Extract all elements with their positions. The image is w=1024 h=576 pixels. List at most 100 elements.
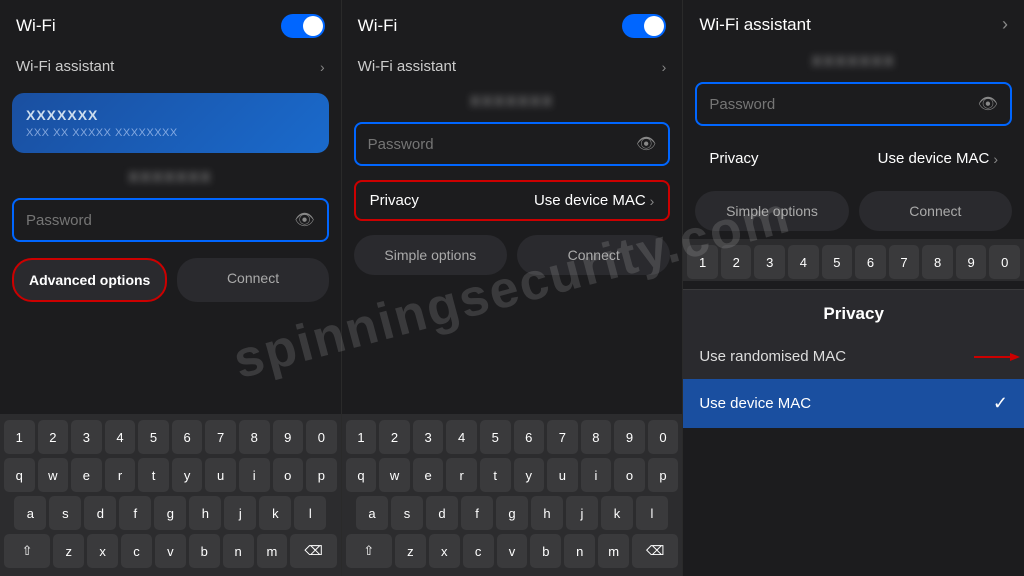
panel1-network-card[interactable]: XXXXXXX XXX XX XXXXX XXXXXXXX (12, 93, 329, 153)
key-0[interactable]: 0 (306, 420, 337, 454)
key-d[interactable]: d (84, 496, 116, 530)
key-w[interactable]: w (38, 458, 69, 492)
key-4[interactable]: 4 (105, 420, 136, 454)
p2-key-h[interactable]: h (531, 496, 563, 530)
key-g[interactable]: g (154, 496, 186, 530)
p3-key-4[interactable]: 4 (788, 245, 819, 279)
key-o[interactable]: o (273, 458, 304, 492)
p2-key-u[interactable]: u (547, 458, 578, 492)
p3-key-8[interactable]: 8 (922, 245, 953, 279)
panel1-eye-icon[interactable]: 👁 (294, 210, 314, 230)
p2-key-w[interactable]: w (379, 458, 410, 492)
key-p[interactable]: p (306, 458, 337, 492)
panel2-wifi-toggle[interactable] (622, 14, 666, 38)
p2-key-j[interactable]: j (566, 496, 598, 530)
key-k[interactable]: k (259, 496, 291, 530)
panel1-wifi-toggle[interactable] (281, 14, 325, 38)
key-j[interactable]: j (224, 496, 256, 530)
panel3-randomised-mac-row[interactable]: Use randomised MAC (683, 334, 1024, 379)
p2-key-backspace[interactable]: ⌫ (632, 534, 678, 568)
p2-key-v[interactable]: v (497, 534, 528, 568)
p3-key-2[interactable]: 2 (721, 245, 752, 279)
p2-key-i[interactable]: i (581, 458, 612, 492)
key-9[interactable]: 9 (273, 420, 304, 454)
p2-key-e[interactable]: e (413, 458, 444, 492)
p2-key-6[interactable]: 6 (514, 420, 545, 454)
p2-key-8[interactable]: 8 (581, 420, 612, 454)
p2-key-c[interactable]: c (463, 534, 494, 568)
key-i[interactable]: i (239, 458, 270, 492)
p3-key-3[interactable]: 3 (754, 245, 785, 279)
key-5[interactable]: 5 (138, 420, 169, 454)
key-7[interactable]: 7 (205, 420, 236, 454)
panel3-password-input[interactable] (709, 96, 977, 113)
panel3-eye-icon[interactable]: 👁 (978, 94, 998, 114)
p2-key-0[interactable]: 0 (648, 420, 679, 454)
key-q[interactable]: q (4, 458, 35, 492)
p2-key-f[interactable]: f (461, 496, 493, 530)
p2-key-d[interactable]: d (426, 496, 458, 530)
key-b[interactable]: b (189, 534, 220, 568)
key-8[interactable]: 8 (239, 420, 270, 454)
key-l[interactable]: l (294, 496, 326, 530)
p2-key-y[interactable]: y (514, 458, 545, 492)
key-y[interactable]: y (172, 458, 203, 492)
key-m[interactable]: m (257, 534, 288, 568)
panel2-password-input[interactable] (368, 136, 636, 153)
key-shift[interactable]: ⇧ (4, 534, 50, 568)
p2-key-k[interactable]: k (601, 496, 633, 530)
p2-key-5[interactable]: 5 (480, 420, 511, 454)
key-backspace[interactable]: ⌫ (290, 534, 336, 568)
p3-key-1[interactable]: 1 (687, 245, 718, 279)
p2-key-m[interactable]: m (598, 534, 629, 568)
key-z[interactable]: z (53, 534, 84, 568)
p2-key-x[interactable]: x (429, 534, 460, 568)
panel2-privacy-row[interactable]: Privacy Use device MAC › (354, 180, 671, 221)
panel1-assistant-row[interactable]: Wi-Fi assistant › (0, 48, 341, 85)
key-f[interactable]: f (119, 496, 151, 530)
p2-key-b[interactable]: b (530, 534, 561, 568)
key-v[interactable]: v (155, 534, 186, 568)
panel2-simple-options-button[interactable]: Simple options (354, 235, 507, 275)
p2-key-2[interactable]: 2 (379, 420, 410, 454)
panel3-device-mac-row[interactable]: Use device MAC ✓ (683, 379, 1024, 428)
key-x[interactable]: x (87, 534, 118, 568)
key-6[interactable]: 6 (172, 420, 203, 454)
p2-key-1[interactable]: 1 (346, 420, 377, 454)
p2-key-p[interactable]: p (648, 458, 679, 492)
p3-key-0[interactable]: 0 (989, 245, 1020, 279)
panel1-password-input[interactable] (26, 212, 294, 229)
p2-key-g[interactable]: g (496, 496, 528, 530)
key-3[interactable]: 3 (71, 420, 102, 454)
p2-key-r[interactable]: r (446, 458, 477, 492)
p2-key-t[interactable]: t (480, 458, 511, 492)
p2-key-9[interactable]: 9 (614, 420, 645, 454)
key-h[interactable]: h (189, 496, 221, 530)
panel2-eye-icon[interactable]: 👁 (636, 134, 656, 154)
panel1-connect-button[interactable]: Connect (177, 258, 328, 302)
key-u[interactable]: u (205, 458, 236, 492)
panel2-assistant-row[interactable]: Wi-Fi assistant › (342, 48, 683, 85)
key-r[interactable]: r (105, 458, 136, 492)
p2-key-s[interactable]: s (391, 496, 423, 530)
p2-key-7[interactable]: 7 (547, 420, 578, 454)
panel2-connect-button[interactable]: Connect (517, 235, 670, 275)
key-2[interactable]: 2 (38, 420, 69, 454)
p2-key-q[interactable]: q (346, 458, 377, 492)
panel1-advanced-options-button[interactable]: Advanced options (12, 258, 167, 302)
p2-key-3[interactable]: 3 (413, 420, 444, 454)
key-c[interactable]: c (121, 534, 152, 568)
p3-key-5[interactable]: 5 (822, 245, 853, 279)
p2-key-l[interactable]: l (636, 496, 668, 530)
panel3-privacy-row[interactable]: Privacy Use device MAC › (695, 140, 1012, 177)
key-e[interactable]: e (71, 458, 102, 492)
p2-key-n[interactable]: n (564, 534, 595, 568)
p2-key-z[interactable]: z (395, 534, 426, 568)
key-a[interactable]: a (14, 496, 46, 530)
key-t[interactable]: t (138, 458, 169, 492)
p3-key-9[interactable]: 9 (956, 245, 987, 279)
p2-key-o[interactable]: o (614, 458, 645, 492)
panel3-connect-button[interactable]: Connect (859, 191, 1012, 231)
key-1[interactable]: 1 (4, 420, 35, 454)
p2-key-4[interactable]: 4 (446, 420, 477, 454)
